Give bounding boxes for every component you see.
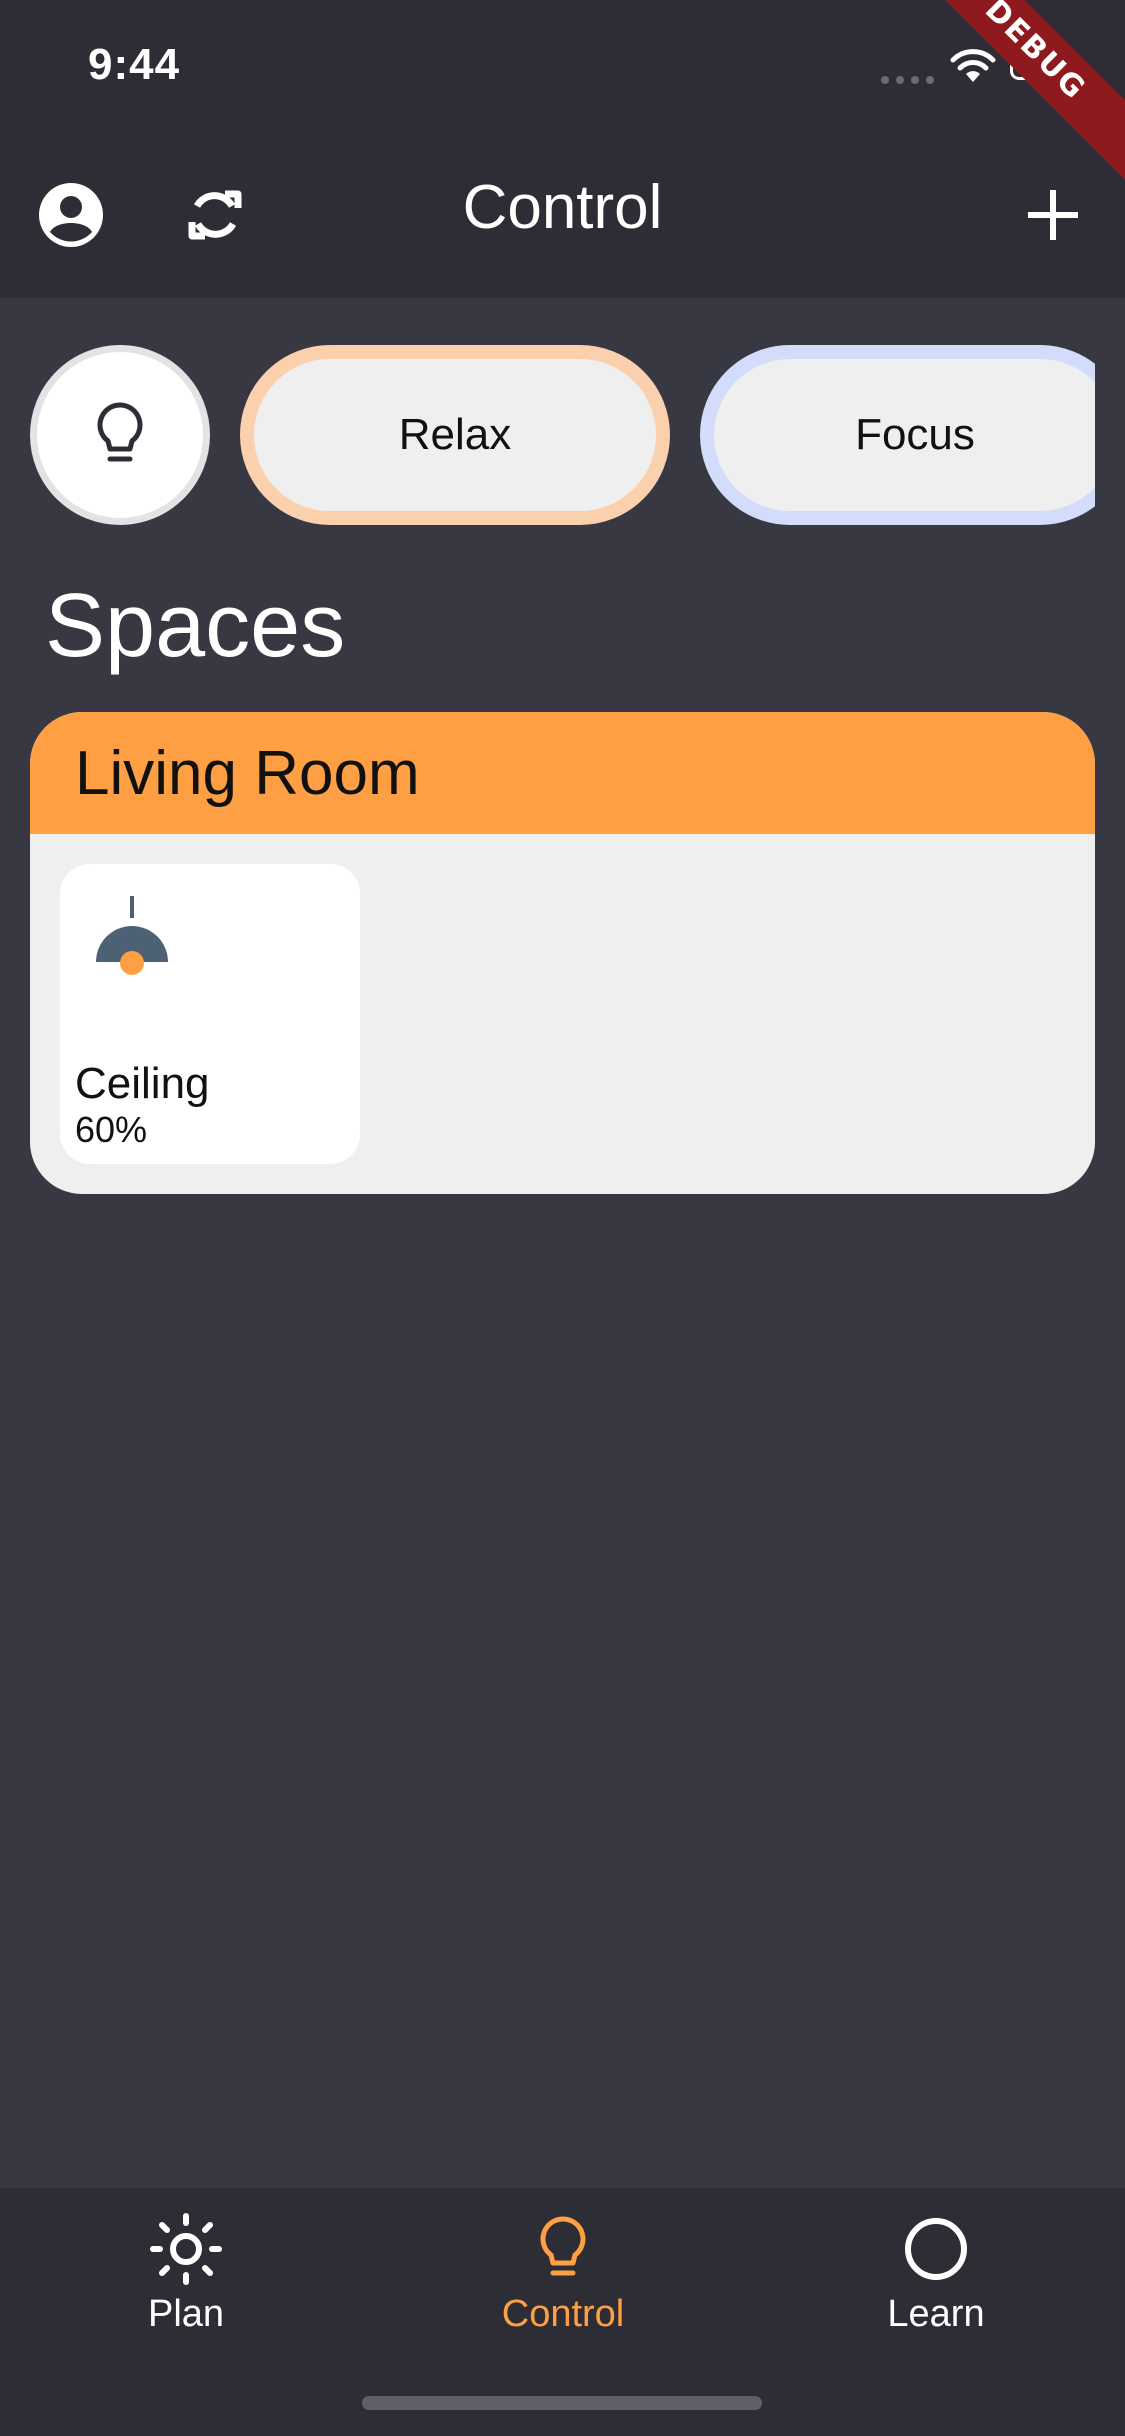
scene-all-lights-button[interactable] [30,345,210,525]
device-tile[interactable]: Ceiling 60% [60,864,360,1164]
spaces-heading: Spaces [45,576,346,676]
debug-banner: DEBUG [887,0,1125,198]
add-button[interactable] [1020,182,1086,248]
space-name: Living Room [75,739,420,808]
device-name: Ceiling [75,1059,210,1108]
sun-icon [150,2213,222,2285]
pendant-lamp-icon [96,896,168,975]
plus-icon [1028,190,1078,240]
nav-plan[interactable]: Plan [66,2213,306,2353]
top-bar: 9:44 DEBUG Control [0,0,1125,298]
nav-learn[interactable]: Learn [816,2213,1056,2353]
circle-icon [905,2218,967,2280]
status-time: 9:44 [88,40,181,89]
scene-list: Relax Focus [0,345,1095,525]
home-indicator [362,2396,762,2410]
nav-control[interactable]: Control [443,2213,683,2353]
device-level: 60% [75,1109,148,1150]
lightbulb-icon [540,2216,586,2276]
scene-label: Relax [398,410,512,459]
cellular-signal-icon [881,76,934,84]
space-header[interactable]: Living Room [30,712,1095,834]
scene-relax-button[interactable]: Relax [240,345,670,525]
page-title: Control [462,173,663,242]
space-card: Living Room Ceiling 60% [30,712,1095,1194]
nav-label: Plan [147,2293,225,2335]
scene-label: Focus [855,410,975,459]
scene-focus-button[interactable]: Focus [700,345,1095,525]
wifi-icon [950,49,996,82]
lightbulb-icon [97,402,143,462]
nav-label: Learn [887,2293,985,2335]
nav-label: Control [501,2293,625,2335]
